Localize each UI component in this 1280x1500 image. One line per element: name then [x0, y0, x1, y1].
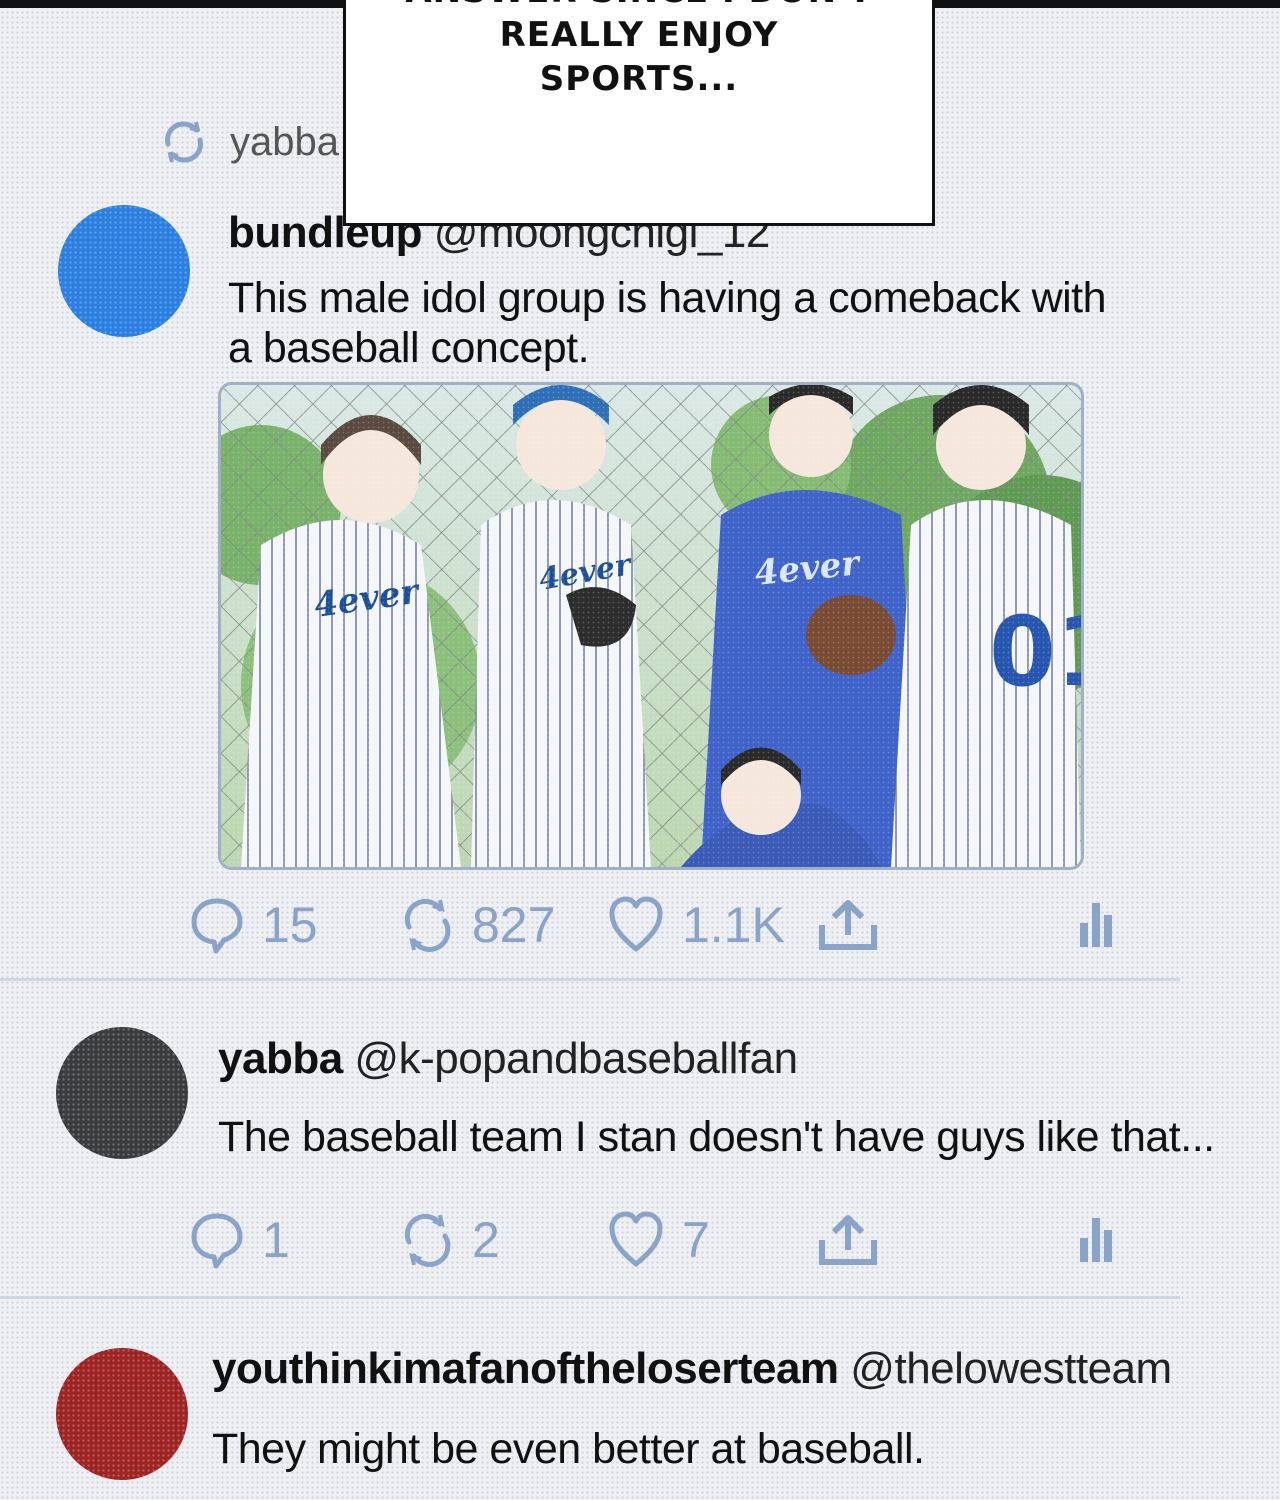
share-button[interactable]	[816, 1210, 880, 1270]
reply-count: 1	[262, 1212, 290, 1268]
share-icon	[816, 1210, 880, 1270]
like-button[interactable]: 7	[608, 1210, 710, 1270]
tweet-text-line-1: This male idol group is having a comebac…	[228, 274, 1107, 322]
tweet-divider	[0, 1296, 1180, 1299]
analytics-icon	[1078, 1210, 1118, 1270]
reply-button[interactable]: 15	[190, 895, 318, 955]
tweet-author[interactable]: yabba @k-popandbaseballfan	[218, 1034, 798, 1084]
avatar[interactable]	[58, 205, 190, 337]
retweeted-by-note[interactable]: yabba	[160, 118, 339, 166]
heart-icon	[608, 1210, 664, 1270]
retweet-icon	[400, 895, 454, 955]
analytics-icon	[1078, 895, 1118, 955]
share-button[interactable]	[816, 895, 880, 955]
reply-button[interactable]: 1	[190, 1210, 290, 1270]
display-name: yabba	[218, 1034, 343, 1083]
avatar[interactable]	[56, 1348, 188, 1480]
retweet-count: 2	[472, 1212, 500, 1268]
reply-icon	[190, 1210, 244, 1270]
retweet-button[interactable]: 827	[400, 895, 555, 955]
retweet-count: 827	[472, 897, 556, 953]
retweet-icon	[400, 1210, 454, 1270]
heart-icon	[608, 895, 664, 955]
reply-icon	[190, 895, 244, 955]
tweet-divider	[0, 978, 1180, 981]
user-handle: @k-popandbaseballfan	[354, 1034, 798, 1083]
retweet-button[interactable]: 2	[400, 1210, 500, 1270]
like-button[interactable]: 1.1K	[608, 895, 785, 955]
retweeted-by-text: yabba	[230, 119, 339, 164]
share-icon	[816, 895, 880, 955]
caption-line-2: SPORTS...	[539, 59, 739, 99]
tweet-actions: 1 2 7	[0, 1210, 1280, 1280]
like-count: 7	[682, 1212, 710, 1268]
caption-line-1: REALLY ENJOY	[499, 15, 779, 55]
reply-count: 15	[262, 897, 318, 953]
tweet-author[interactable]: youthinkimafanoftheloserteam @thelowestt…	[212, 1344, 1172, 1394]
analytics-button[interactable]	[1078, 895, 1118, 955]
caption-line-cut: ANSWER SINCE I DON'T	[346, 0, 932, 13]
like-count: 1.1K	[682, 897, 785, 953]
comic-caption-box: ANSWER SINCE I DON'T REALLY ENJOY SPORTS…	[343, 0, 935, 226]
analytics-button[interactable]	[1078, 1210, 1118, 1270]
avatar[interactable]	[56, 1027, 188, 1159]
tweet-text: The baseball team I stan doesn't have gu…	[218, 1113, 1215, 1161]
retweet-icon	[160, 118, 208, 166]
tweet-image[interactable]: 4ever 4ever 4ever 01	[218, 382, 1084, 870]
tweet-text: They might be even better at baseball.	[212, 1425, 925, 1473]
tweet-actions: 15 827 1.1K	[0, 895, 1280, 965]
user-handle: @thelowestteam	[850, 1344, 1172, 1393]
tweet-text-line-2: a baseball concept.	[228, 324, 590, 372]
display-name: youthinkimafanoftheloserteam	[212, 1344, 839, 1393]
